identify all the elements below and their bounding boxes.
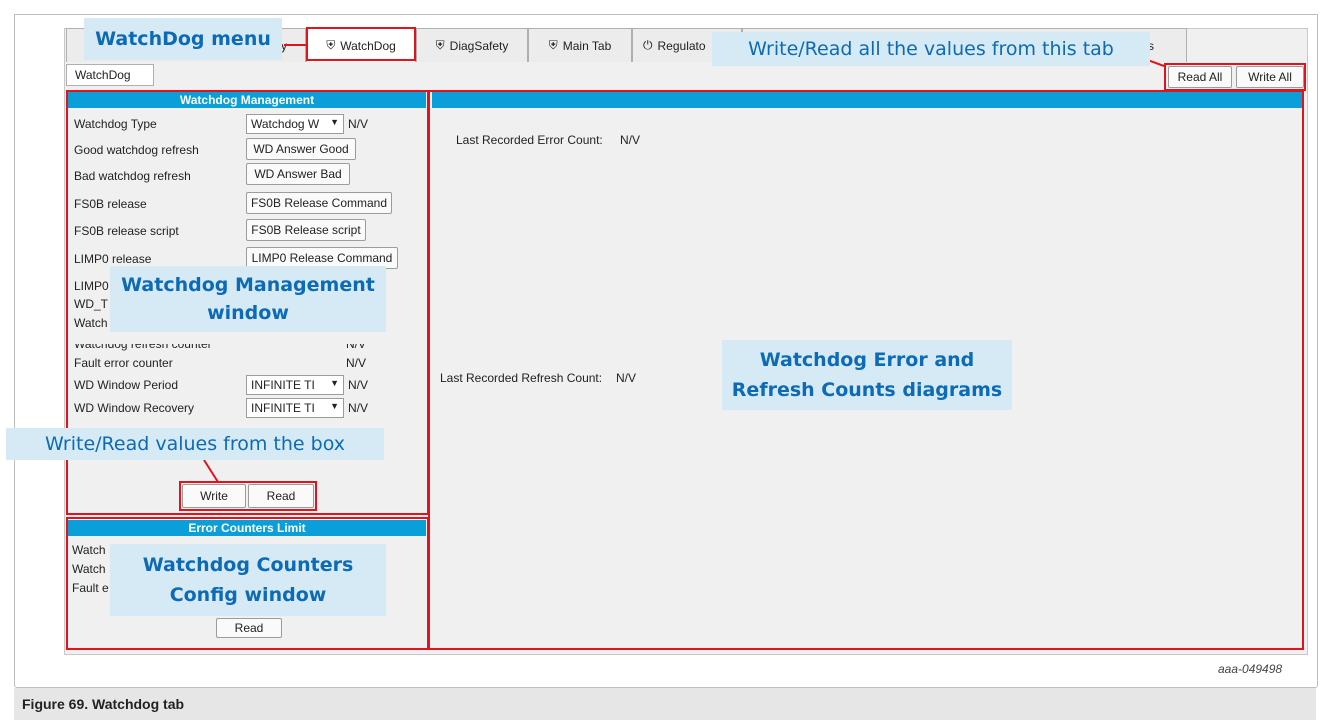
write-read-box-connector [203,459,219,483]
callout-counters-window: Watchdog Counters Config window [110,544,386,616]
callout-write-read-all: Write/Read all the values from this tab [712,32,1150,66]
callout-management-window: Watchdog Management window [110,266,386,332]
figure-caption: Figure 69. Watchdog tab [14,688,1316,720]
figure-reference: aaa-049498 [1218,662,1283,676]
callout-write-read-box: Write/Read values from the box [6,428,384,460]
callout-diagrams: Watchdog Error and Refresh Counts diagra… [722,340,1012,410]
callout-watchdog-menu: WatchDog menu [84,18,282,60]
